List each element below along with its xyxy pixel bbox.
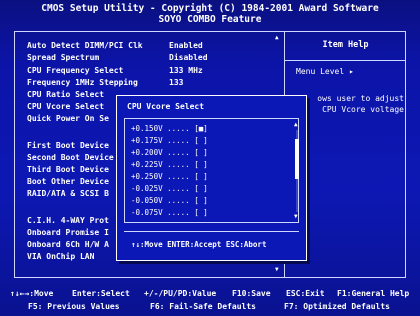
- hint-optimized-defaults: F7: Optimized Defaults: [284, 302, 390, 311]
- setting-value: 133: [169, 78, 184, 87]
- option-item[interactable]: -0.075V ..... [ ]: [131, 207, 208, 218]
- hint-save: F10:Save: [232, 289, 271, 298]
- key-hints-row-1: ↑↓←→:Move Enter:Select +/-/PU/PD:Value F…: [0, 288, 420, 300]
- popup-options-frame: +0.150V ..... [■] +0.175V ..... [ ] +0.2…: [124, 118, 299, 223]
- option-item[interactable]: +0.200V ..... [ ]: [131, 147, 208, 158]
- option-item[interactable]: +0.225V ..... [ ]: [131, 159, 208, 170]
- setting-label: Auto Detect DIMM/PCI Clk: [27, 41, 143, 50]
- scroll-down-icon[interactable]: ▼: [294, 214, 298, 220]
- hint-move: ↑↓←→:Move: [10, 289, 54, 298]
- setting-label: Second Boot Device: [27, 153, 114, 162]
- popup-scrollbar[interactable]: ▲ ▼: [294, 122, 300, 220]
- option-item[interactable]: -0.025V ..... [ ]: [131, 183, 208, 194]
- setting-label: CPU Ratio Select: [27, 90, 105, 99]
- hint-previous-values: F5: Previous Values: [28, 302, 120, 311]
- setting-value: Disabled: [169, 53, 208, 62]
- setting-label: Boot Other Device: [27, 177, 109, 186]
- option-item[interactable]: +0.250V ..... [ ]: [131, 171, 208, 182]
- setting-label: Third Boot Device: [27, 165, 109, 174]
- setting-label: First Boot Device: [27, 141, 109, 150]
- setting-label: Quick Power On Se: [27, 114, 109, 123]
- setting-label: Spread Spectrum: [27, 53, 100, 62]
- setting-value: Enabled: [169, 41, 203, 50]
- header: CMOS Setup Utility - Copyright (C) 1984-…: [0, 3, 420, 25]
- cpu-vcore-popup: CPU Vcore Select +0.150V ..... [■] +0.17…: [116, 95, 307, 261]
- key-hints-row-2: F5: Previous Values F6: Fail-Safe Defaul…: [0, 301, 420, 313]
- setting-label: Onboard Promise I: [27, 228, 109, 237]
- setting-label: CPU Vcore Select: [27, 102, 105, 111]
- hint-select: Enter:Select: [72, 289, 130, 298]
- setting-label: Frequency 1MHz Stepping: [27, 78, 138, 87]
- setting-label: C.I.H. 4-WAY Prot: [27, 216, 109, 225]
- hint-value: +/-/PU/PD:Value: [144, 289, 217, 298]
- hint-exit: ESC:Exit: [286, 289, 325, 298]
- setting-label: RAID/ATA & SCSI B: [27, 189, 109, 198]
- scroll-down-icon[interactable]: ▼: [275, 266, 279, 273]
- bios-screen: CMOS Setup Utility - Copyright (C) 1984-…: [0, 0, 420, 316]
- header-subtitle: SOYO COMBO Feature: [158, 14, 262, 25]
- setting-value: 133 MHz: [169, 66, 203, 75]
- popup-title: CPU Vcore Select: [127, 102, 205, 111]
- popup-footer-hint: ↑↓:Move ENTER:Accept ESC:Abort: [131, 240, 267, 249]
- scroll-thumb[interactable]: [295, 139, 299, 179]
- option-item[interactable]: +0.175V ..... [ ]: [131, 135, 208, 146]
- hint-fail-safe-defaults: F6: Fail-Safe Defaults: [150, 302, 256, 311]
- hint-general-help: F1:General Help: [337, 289, 410, 298]
- scroll-up-icon[interactable]: ▲: [275, 34, 279, 41]
- menu-level-label: Menu Level ▸: [296, 67, 354, 76]
- help-desc-line: CPU Vcore voltage: [322, 105, 404, 114]
- setting-label: CPU Frequency Select: [27, 66, 124, 75]
- option-item[interactable]: +0.150V ..... [■]: [131, 123, 208, 134]
- setting-label: Onboard 6Ch H/W A: [27, 240, 109, 249]
- setting-label: VIA OnChip LAN: [27, 252, 95, 261]
- help-desc-line: ows user to adjust: [317, 94, 404, 103]
- help-title-separator: [285, 60, 406, 61]
- option-item[interactable]: -0.050V ..... [ ]: [131, 195, 208, 206]
- item-help-title: Item Help: [322, 40, 369, 50]
- item-help-description: ows user to adjust CPU Vcore voltage: [290, 93, 404, 115]
- popup-footer-separator: [124, 231, 299, 232]
- header-title: CMOS Setup Utility - Copyright (C) 1984-…: [41, 3, 379, 14]
- scroll-up-icon[interactable]: ▲: [294, 122, 298, 128]
